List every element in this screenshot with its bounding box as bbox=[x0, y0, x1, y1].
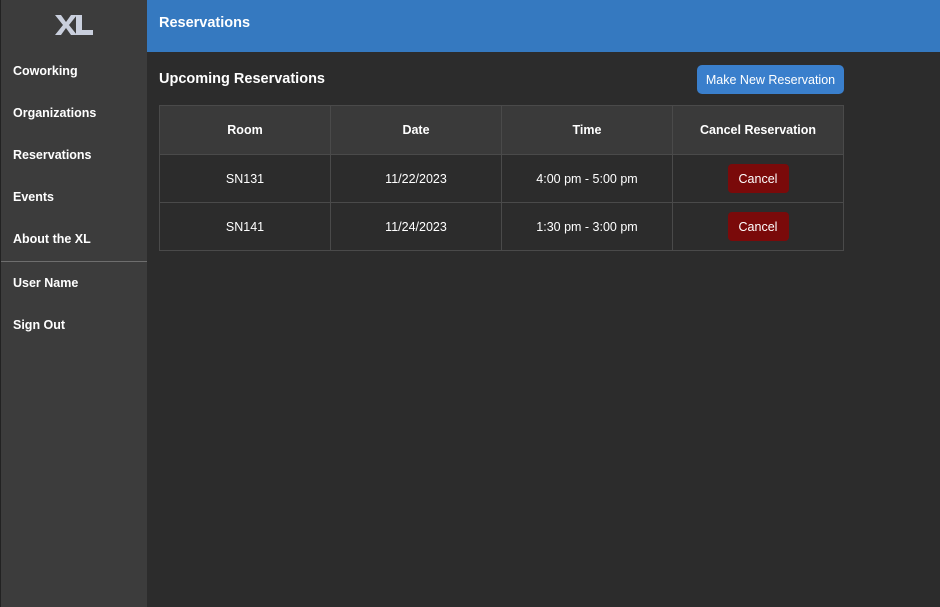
column-header-date: Date bbox=[330, 105, 502, 155]
cell-date: 11/22/2023 bbox=[330, 154, 502, 203]
logo[interactable] bbox=[1, 0, 147, 50]
table-row: SN131 11/22/2023 4:00 pm - 5:00 pm Cance… bbox=[159, 154, 844, 203]
cell-time: 4:00 pm - 5:00 pm bbox=[501, 154, 673, 203]
table-row: SN141 11/24/2023 1:30 pm - 3:00 pm Cance… bbox=[159, 202, 844, 251]
sidebar-item-coworking[interactable]: Coworking bbox=[1, 50, 147, 92]
cell-action: Cancel bbox=[672, 154, 844, 203]
xl-logo-icon bbox=[55, 15, 93, 35]
cell-date: 11/24/2023 bbox=[330, 202, 502, 251]
sidebar-item-reservations[interactable]: Reservations bbox=[1, 134, 147, 176]
cell-room: SN131 bbox=[159, 154, 331, 203]
cancel-reservation-button[interactable]: Cancel bbox=[727, 212, 789, 241]
reservations-table: Room Date Time Cancel Reservation SN131 … bbox=[159, 105, 844, 251]
main-content: Upcoming Reservations Make New Reservati… bbox=[147, 52, 940, 607]
app-root: Coworking Organizations Reservations Eve… bbox=[0, 0, 940, 607]
sidebar-item-user-name[interactable]: User Name bbox=[1, 262, 147, 304]
header-bar: Reservations bbox=[147, 0, 940, 52]
page-title: Reservations bbox=[159, 15, 251, 31]
column-header-room: Room bbox=[159, 105, 331, 155]
make-new-reservation-button[interactable]: Make New Reservation bbox=[697, 65, 844, 94]
sidebar-item-sign-out[interactable]: Sign Out bbox=[1, 304, 147, 346]
sidebar-item-about[interactable]: About the XL bbox=[1, 218, 147, 260]
column-header-cancel: Cancel Reservation bbox=[672, 105, 844, 155]
sidebar: Coworking Organizations Reservations Eve… bbox=[0, 0, 147, 607]
cell-action: Cancel bbox=[672, 202, 844, 251]
cell-room: SN141 bbox=[159, 202, 331, 251]
column-header-time: Time bbox=[501, 105, 673, 155]
cell-time: 1:30 pm - 3:00 pm bbox=[501, 202, 673, 251]
sidebar-item-organizations[interactable]: Organizations bbox=[1, 92, 147, 134]
table-header-row: Room Date Time Cancel Reservation bbox=[159, 105, 844, 155]
section-title: Upcoming Reservations bbox=[159, 71, 325, 87]
cancel-reservation-button[interactable]: Cancel bbox=[727, 164, 789, 193]
sidebar-item-events[interactable]: Events bbox=[1, 176, 147, 218]
